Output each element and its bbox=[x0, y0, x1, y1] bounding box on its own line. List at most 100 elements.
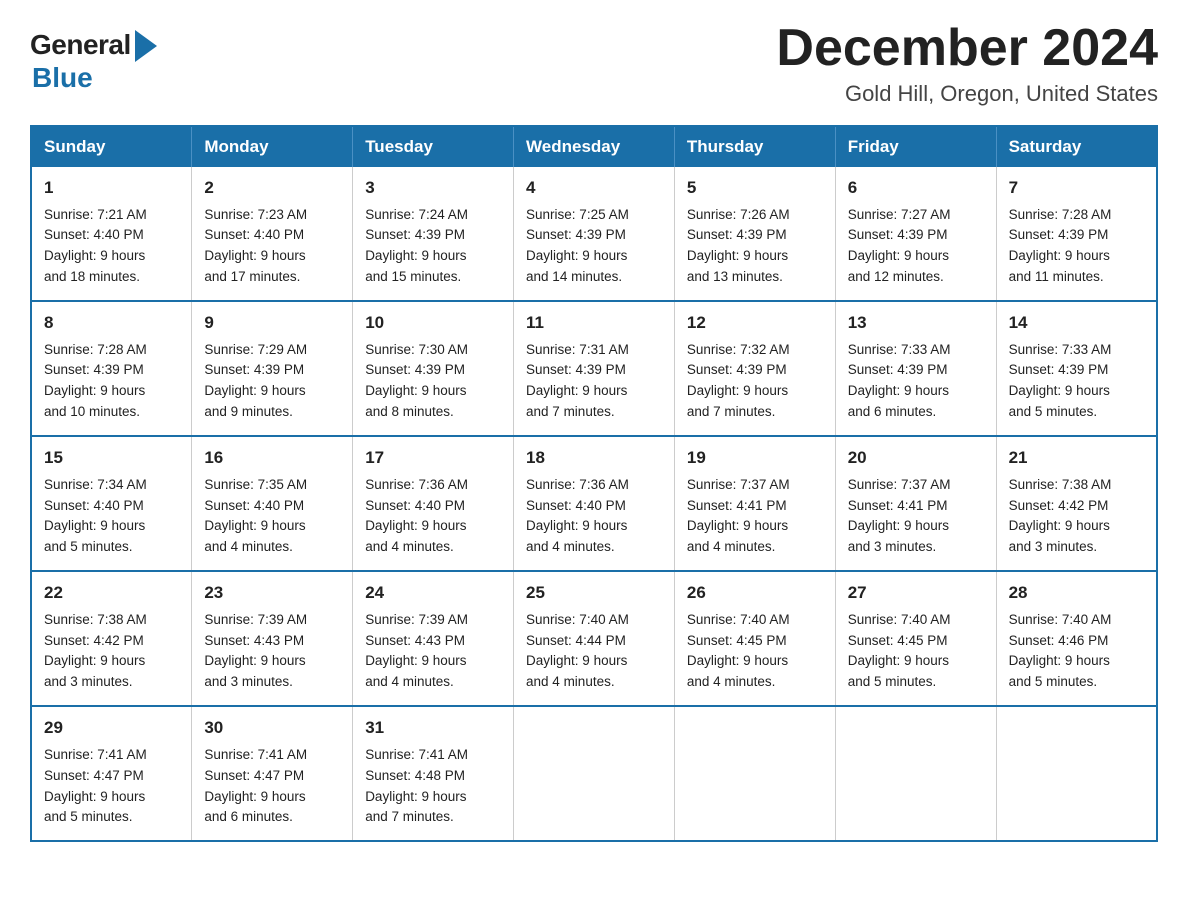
daylight-label: Daylight: 9 hoursand 13 minutes. bbox=[687, 248, 788, 284]
sunrise-label: Sunrise: 7:41 AM bbox=[365, 747, 468, 762]
day-header-friday: Friday bbox=[835, 126, 996, 167]
daylight-label: Daylight: 9 hoursand 4 minutes. bbox=[687, 518, 788, 554]
daylight-label: Daylight: 9 hoursand 4 minutes. bbox=[687, 653, 788, 689]
sunrise-label: Sunrise: 7:28 AM bbox=[44, 342, 147, 357]
calendar-cell: 26 Sunrise: 7:40 AM Sunset: 4:45 PM Dayl… bbox=[674, 571, 835, 706]
calendar-cell: 28 Sunrise: 7:40 AM Sunset: 4:46 PM Dayl… bbox=[996, 571, 1157, 706]
calendar-cell: 8 Sunrise: 7:28 AM Sunset: 4:39 PM Dayli… bbox=[31, 301, 192, 436]
day-header-saturday: Saturday bbox=[996, 126, 1157, 167]
calendar-cell: 21 Sunrise: 7:38 AM Sunset: 4:42 PM Dayl… bbox=[996, 436, 1157, 571]
sunset-label: Sunset: 4:47 PM bbox=[44, 768, 144, 783]
calendar-cell: 25 Sunrise: 7:40 AM Sunset: 4:44 PM Dayl… bbox=[514, 571, 675, 706]
daylight-label: Daylight: 9 hoursand 7 minutes. bbox=[365, 789, 466, 825]
daylight-label: Daylight: 9 hoursand 5 minutes. bbox=[44, 518, 145, 554]
calendar-cell: 27 Sunrise: 7:40 AM Sunset: 4:45 PM Dayl… bbox=[835, 571, 996, 706]
day-number: 19 bbox=[687, 445, 825, 471]
sunset-label: Sunset: 4:42 PM bbox=[44, 633, 144, 648]
day-number: 5 bbox=[687, 175, 825, 201]
logo: General Blue bbox=[30, 28, 157, 94]
sunrise-label: Sunrise: 7:32 AM bbox=[687, 342, 790, 357]
day-header-thursday: Thursday bbox=[674, 126, 835, 167]
day-number: 27 bbox=[848, 580, 986, 606]
day-number: 21 bbox=[1009, 445, 1146, 471]
daylight-label: Daylight: 9 hoursand 15 minutes. bbox=[365, 248, 466, 284]
calendar-cell: 19 Sunrise: 7:37 AM Sunset: 4:41 PM Dayl… bbox=[674, 436, 835, 571]
calendar-cell: 17 Sunrise: 7:36 AM Sunset: 4:40 PM Dayl… bbox=[353, 436, 514, 571]
calendar-cell: 23 Sunrise: 7:39 AM Sunset: 4:43 PM Dayl… bbox=[192, 571, 353, 706]
calendar-cell: 20 Sunrise: 7:37 AM Sunset: 4:41 PM Dayl… bbox=[835, 436, 996, 571]
sunset-label: Sunset: 4:44 PM bbox=[526, 633, 626, 648]
sunrise-label: Sunrise: 7:39 AM bbox=[204, 612, 307, 627]
daylight-label: Daylight: 9 hoursand 5 minutes. bbox=[44, 789, 145, 825]
daylight-label: Daylight: 9 hoursand 4 minutes. bbox=[526, 518, 627, 554]
daylight-label: Daylight: 9 hoursand 3 minutes. bbox=[44, 653, 145, 689]
day-header-monday: Monday bbox=[192, 126, 353, 167]
logo-general-text: General bbox=[30, 29, 131, 61]
sunrise-label: Sunrise: 7:31 AM bbox=[526, 342, 629, 357]
calendar-week-4: 22 Sunrise: 7:38 AM Sunset: 4:42 PM Dayl… bbox=[31, 571, 1157, 706]
sunset-label: Sunset: 4:39 PM bbox=[526, 362, 626, 377]
day-number: 30 bbox=[204, 715, 342, 741]
sunrise-label: Sunrise: 7:39 AM bbox=[365, 612, 468, 627]
sunrise-label: Sunrise: 7:41 AM bbox=[44, 747, 147, 762]
daylight-label: Daylight: 9 hoursand 14 minutes. bbox=[526, 248, 627, 284]
calendar-cell: 15 Sunrise: 7:34 AM Sunset: 4:40 PM Dayl… bbox=[31, 436, 192, 571]
sunrise-label: Sunrise: 7:33 AM bbox=[1009, 342, 1112, 357]
sunset-label: Sunset: 4:40 PM bbox=[526, 498, 626, 513]
day-number: 16 bbox=[204, 445, 342, 471]
calendar-cell: 4 Sunrise: 7:25 AM Sunset: 4:39 PM Dayli… bbox=[514, 167, 675, 301]
sunrise-label: Sunrise: 7:28 AM bbox=[1009, 207, 1112, 222]
sunset-label: Sunset: 4:43 PM bbox=[365, 633, 465, 648]
day-number: 26 bbox=[687, 580, 825, 606]
calendar-cell: 24 Sunrise: 7:39 AM Sunset: 4:43 PM Dayl… bbox=[353, 571, 514, 706]
location: Gold Hill, Oregon, United States bbox=[776, 81, 1158, 107]
sunrise-label: Sunrise: 7:37 AM bbox=[687, 477, 790, 492]
day-number: 12 bbox=[687, 310, 825, 336]
day-number: 8 bbox=[44, 310, 181, 336]
daylight-label: Daylight: 9 hoursand 5 minutes. bbox=[1009, 653, 1110, 689]
calendar-cell: 10 Sunrise: 7:30 AM Sunset: 4:39 PM Dayl… bbox=[353, 301, 514, 436]
sunrise-label: Sunrise: 7:41 AM bbox=[204, 747, 307, 762]
sunset-label: Sunset: 4:39 PM bbox=[526, 227, 626, 242]
title-area: December 2024 Gold Hill, Oregon, United … bbox=[776, 20, 1158, 107]
sunrise-label: Sunrise: 7:29 AM bbox=[204, 342, 307, 357]
sunset-label: Sunset: 4:40 PM bbox=[44, 498, 144, 513]
calendar-week-5: 29 Sunrise: 7:41 AM Sunset: 4:47 PM Dayl… bbox=[31, 706, 1157, 841]
day-number: 28 bbox=[1009, 580, 1146, 606]
sunrise-label: Sunrise: 7:23 AM bbox=[204, 207, 307, 222]
day-number: 11 bbox=[526, 310, 664, 336]
calendar: SundayMondayTuesdayWednesdayThursdayFrid… bbox=[30, 125, 1158, 842]
sunset-label: Sunset: 4:39 PM bbox=[365, 362, 465, 377]
day-number: 23 bbox=[204, 580, 342, 606]
daylight-label: Daylight: 9 hoursand 5 minutes. bbox=[848, 653, 949, 689]
daylight-label: Daylight: 9 hoursand 17 minutes. bbox=[204, 248, 305, 284]
calendar-cell: 14 Sunrise: 7:33 AM Sunset: 4:39 PM Dayl… bbox=[996, 301, 1157, 436]
day-number: 15 bbox=[44, 445, 181, 471]
daylight-label: Daylight: 9 hoursand 5 minutes. bbox=[1009, 383, 1110, 419]
calendar-cell: 22 Sunrise: 7:38 AM Sunset: 4:42 PM Dayl… bbox=[31, 571, 192, 706]
day-number: 29 bbox=[44, 715, 181, 741]
daylight-label: Daylight: 9 hoursand 6 minutes. bbox=[848, 383, 949, 419]
sunset-label: Sunset: 4:46 PM bbox=[1009, 633, 1109, 648]
day-number: 31 bbox=[365, 715, 503, 741]
day-header-tuesday: Tuesday bbox=[353, 126, 514, 167]
calendar-cell: 31 Sunrise: 7:41 AM Sunset: 4:48 PM Dayl… bbox=[353, 706, 514, 841]
day-number: 25 bbox=[526, 580, 664, 606]
daylight-label: Daylight: 9 hoursand 11 minutes. bbox=[1009, 248, 1110, 284]
daylight-label: Daylight: 9 hoursand 3 minutes. bbox=[1009, 518, 1110, 554]
daylight-label: Daylight: 9 hoursand 10 minutes. bbox=[44, 383, 145, 419]
sunset-label: Sunset: 4:39 PM bbox=[204, 362, 304, 377]
calendar-cell bbox=[996, 706, 1157, 841]
calendar-cell bbox=[835, 706, 996, 841]
day-number: 10 bbox=[365, 310, 503, 336]
calendar-cell bbox=[514, 706, 675, 841]
daylight-label: Daylight: 9 hoursand 4 minutes. bbox=[204, 518, 305, 554]
sunrise-label: Sunrise: 7:40 AM bbox=[848, 612, 951, 627]
sunrise-label: Sunrise: 7:38 AM bbox=[44, 612, 147, 627]
day-number: 13 bbox=[848, 310, 986, 336]
sunrise-label: Sunrise: 7:40 AM bbox=[1009, 612, 1112, 627]
sunrise-label: Sunrise: 7:26 AM bbox=[687, 207, 790, 222]
sunrise-label: Sunrise: 7:34 AM bbox=[44, 477, 147, 492]
daylight-label: Daylight: 9 hoursand 18 minutes. bbox=[44, 248, 145, 284]
sunrise-label: Sunrise: 7:40 AM bbox=[687, 612, 790, 627]
